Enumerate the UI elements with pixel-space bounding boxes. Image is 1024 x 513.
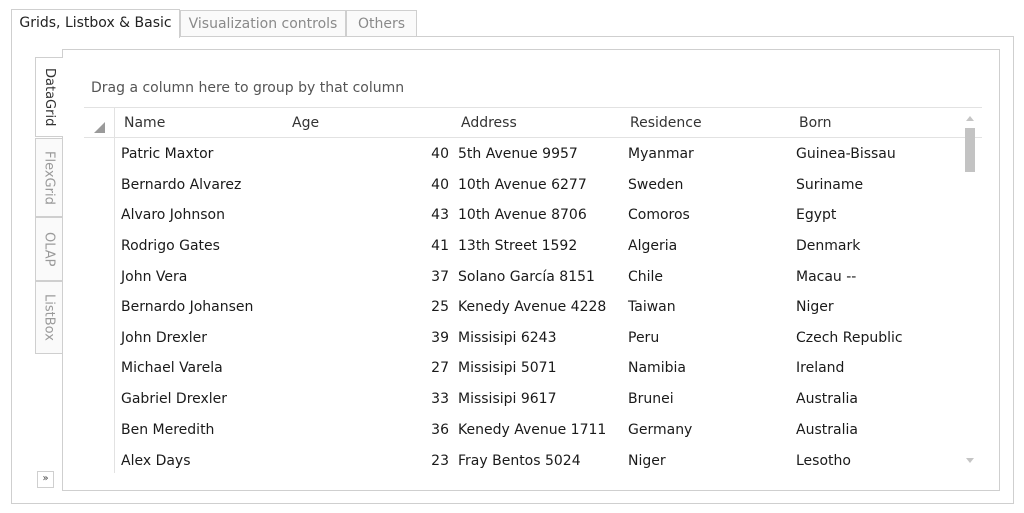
- cell-age[interactable]: 40: [409, 146, 449, 162]
- cell-address[interactable]: 10th Avenue 6277: [458, 177, 587, 193]
- cell-name[interactable]: Bernardo Alvarez: [121, 177, 241, 193]
- column-header-name[interactable]: Name: [124, 115, 165, 131]
- cell-residence[interactable]: Brunei: [628, 391, 674, 407]
- column-header-age[interactable]: Age: [292, 115, 319, 131]
- side-tab-flexgrid[interactable]: FlexGrid: [35, 138, 62, 217]
- cell-residence[interactable]: Algeria: [628, 238, 677, 254]
- cell-address[interactable]: Fray Bentos 5024: [458, 453, 581, 469]
- cell-born[interactable]: Niger: [796, 299, 834, 315]
- cell-address[interactable]: 5th Avenue 9957: [458, 146, 578, 162]
- cell-address[interactable]: 13th Street 1592: [458, 238, 577, 254]
- cell-born[interactable]: Suriname: [796, 177, 863, 193]
- cell-born[interactable]: Australia: [796, 422, 858, 438]
- cell-born[interactable]: Macau --: [796, 269, 856, 285]
- cell-address[interactable]: Solano García 8151: [458, 269, 595, 285]
- cell-residence[interactable]: Germany: [628, 422, 692, 438]
- cell-born[interactable]: Ireland: [796, 360, 844, 376]
- side-tab-olap[interactable]: OLAP: [35, 217, 62, 281]
- cell-name[interactable]: Rodrigo Gates: [121, 238, 220, 254]
- cell-address[interactable]: Missisipi 9617: [458, 391, 557, 407]
- cell-address[interactable]: Missisipi 6243: [458, 330, 557, 346]
- scroll-down-arrow-icon[interactable]: [966, 458, 974, 463]
- cell-residence[interactable]: Chile: [628, 269, 663, 285]
- cell-residence[interactable]: Sweden: [628, 177, 683, 193]
- cell-age[interactable]: 23: [409, 453, 449, 469]
- column-header-born[interactable]: Born: [799, 115, 832, 131]
- group-panel-hint[interactable]: Drag a column here to group by that colu…: [91, 80, 404, 96]
- column-header-residence[interactable]: Residence: [630, 115, 702, 131]
- row-header-divider: [114, 107, 115, 473]
- cell-age[interactable]: 39: [409, 330, 449, 346]
- cell-age[interactable]: 37: [409, 269, 449, 285]
- select-all-corner-icon[interactable]: [94, 122, 105, 133]
- cell-address[interactable]: Kenedy Avenue 1711: [458, 422, 606, 438]
- cell-residence[interactable]: Namibia: [628, 360, 686, 376]
- cell-name[interactable]: John Drexler: [121, 330, 207, 346]
- cell-age[interactable]: 40: [409, 177, 449, 193]
- cell-age[interactable]: 27: [409, 360, 449, 376]
- grid-header: [84, 107, 982, 138]
- cell-born[interactable]: Denmark: [796, 238, 860, 254]
- cell-residence[interactable]: Myanmar: [628, 146, 694, 162]
- scroll-up-arrow-icon[interactable]: [966, 116, 974, 121]
- cell-address[interactable]: Kenedy Avenue 4228: [458, 299, 606, 315]
- cell-name[interactable]: Michael Varela: [121, 360, 223, 376]
- cell-name[interactable]: John Vera: [121, 269, 187, 285]
- tab-others[interactable]: Others: [346, 10, 417, 37]
- cell-name[interactable]: Patric Maxtor: [121, 146, 213, 162]
- cell-name[interactable]: Alvaro Johnson: [121, 207, 225, 223]
- side-tab-listbox[interactable]: ListBox: [35, 281, 62, 354]
- scrollbar-thumb[interactable]: [965, 128, 975, 172]
- cell-name[interactable]: Alex Days: [121, 453, 191, 469]
- cell-age[interactable]: 36: [409, 422, 449, 438]
- cell-age[interactable]: 25: [409, 299, 449, 315]
- cell-address[interactable]: 10th Avenue 8706: [458, 207, 587, 223]
- expand-tabs-button[interactable]: »: [37, 471, 54, 488]
- cell-age[interactable]: 43: [409, 207, 449, 223]
- cell-name[interactable]: Ben Meredith: [121, 422, 214, 438]
- cell-age[interactable]: 41: [409, 238, 449, 254]
- tab-grids-listbox-basic[interactable]: Grids, Listbox & Basic: [11, 9, 180, 38]
- cell-residence[interactable]: Taiwan: [628, 299, 676, 315]
- cell-name[interactable]: Bernardo Johansen: [121, 299, 253, 315]
- cell-born[interactable]: Guinea-Bissau: [796, 146, 896, 162]
- tab-visualization-controls[interactable]: Visualization controls: [180, 10, 346, 37]
- cell-age[interactable]: 33: [409, 391, 449, 407]
- cell-residence[interactable]: Peru: [628, 330, 659, 346]
- cell-residence[interactable]: Comoros: [628, 207, 690, 223]
- cell-name[interactable]: Gabriel Drexler: [121, 391, 227, 407]
- cell-born[interactable]: Egypt: [796, 207, 836, 223]
- side-tab-datagrid[interactable]: DataGrid: [35, 57, 63, 137]
- column-header-address[interactable]: Address: [461, 115, 517, 131]
- cell-residence[interactable]: Niger: [628, 453, 666, 469]
- cell-born[interactable]: Czech Republic: [796, 330, 903, 346]
- cell-born[interactable]: Lesotho: [796, 453, 851, 469]
- cell-address[interactable]: Missisipi 5071: [458, 360, 557, 376]
- header-divider: [84, 107, 982, 108]
- cell-born[interactable]: Australia: [796, 391, 858, 407]
